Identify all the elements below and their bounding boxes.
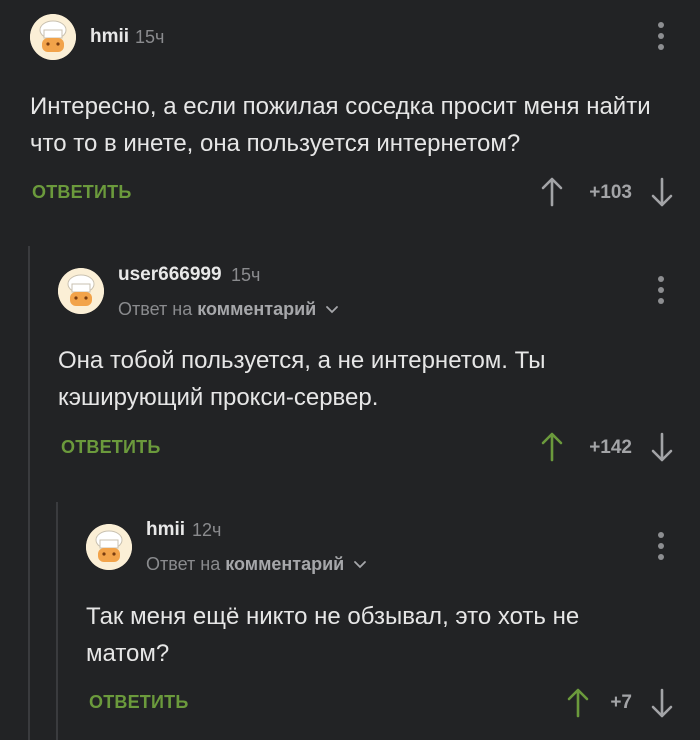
thread-line-level-2 [56,502,58,740]
comment-menu-button[interactable] [656,22,666,50]
thread-line-level-1 [28,246,30,740]
reply-prefix: Ответ на [146,554,221,574]
avatar[interactable] [58,268,104,314]
arrow-up-icon[interactable] [567,688,589,718]
more-vertical-icon [658,532,664,538]
rating: +103 [589,182,632,203]
comment-text: Так меня ещё никто не обзывал, это хоть … [86,603,580,667]
comment-menu-button[interactable] [656,532,666,560]
more-vertical-icon [658,276,664,282]
comment-menu-button[interactable] [656,276,666,304]
menu-dot [658,543,664,549]
comment-text: Интересно, а если пожилая соседка просит… [30,93,651,157]
arrow-down-icon[interactable] [651,688,673,718]
reply-prefix: Ответ на [118,299,193,319]
username[interactable]: user666999 [118,264,222,286]
arrow-up-icon[interactable] [541,432,563,462]
chef-avatar-icon [58,268,104,314]
reply-to-link[interactable]: Ответ на комментарий [118,299,339,320]
rating: +142 [589,437,632,458]
comment-time: 12ч [192,520,222,540]
arrow-up-icon[interactable] [541,177,563,207]
menu-dot [658,287,664,293]
reply-button[interactable]: ОТВЕТИТЬ [61,437,160,458]
reply-to-link[interactable]: Ответ на комментарий [146,554,367,575]
chef-avatar-icon [86,524,132,570]
chef-avatar-icon [30,14,76,60]
chevron-down-icon [354,561,367,569]
arrow-down-icon[interactable] [651,432,673,462]
menu-dot [658,33,664,39]
avatar[interactable] [86,524,132,570]
comment-time: 15ч [231,265,261,285]
arrow-down-icon[interactable] [651,177,673,207]
username[interactable]: hmii [146,519,185,541]
rating: +7 [610,692,632,713]
more-vertical-icon [658,22,664,28]
reply-button[interactable]: ОТВЕТИТЬ [32,182,131,203]
reply-target: комментарий [225,554,345,574]
reply-target: комментарий [197,299,317,319]
avatar[interactable] [30,14,76,60]
username[interactable]: hmii [90,26,129,48]
reply-button[interactable]: ОТВЕТИТЬ [89,692,188,713]
chevron-down-icon [326,306,339,314]
menu-dot [658,554,664,560]
menu-dot [658,44,664,50]
menu-dot [658,298,664,304]
comment-time: 15ч [135,27,165,47]
comment-text: Она тобой пользуется, а не интернетом. Т… [58,347,546,411]
